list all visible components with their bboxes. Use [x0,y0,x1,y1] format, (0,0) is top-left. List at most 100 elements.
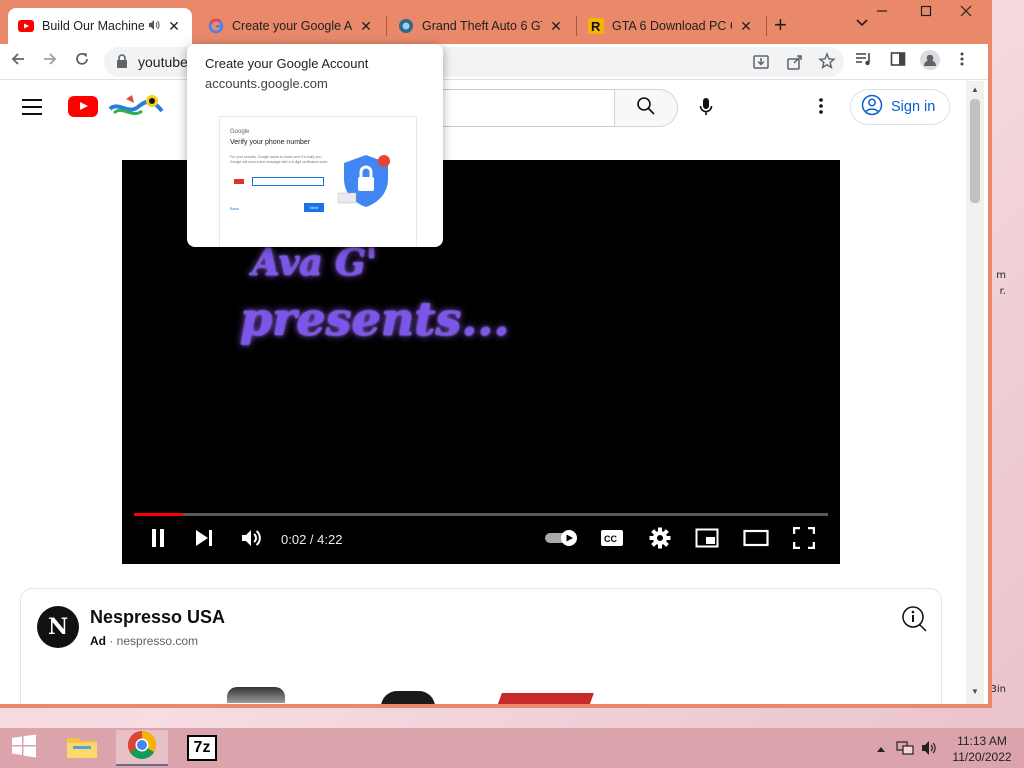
flag-icon [234,179,244,184]
miniplayer-button[interactable] [694,528,720,552]
close-tab-icon[interactable]: ✕ [738,18,754,35]
search-button[interactable] [614,89,678,127]
theater-mode-button[interactable] [742,528,770,552]
fullscreen-button[interactable] [792,526,816,552]
youtube-header: Sign in [0,81,968,137]
ad-product-image[interactable] [496,693,594,704]
youtube-doodle-logo[interactable] [108,93,164,121]
tab-title: GTA 6 Download PC Ga [612,19,732,33]
scroll-thumb[interactable] [970,99,980,203]
tab-google-account[interactable]: Create your Google Acc ✕ [198,8,384,44]
ad-product-image[interactable] [381,691,435,704]
system-clock[interactable]: 11:13 AM 11/20/2022 [946,733,1018,765]
advertiser-logo[interactable]: N [37,606,79,648]
close-tab-icon[interactable]: ✕ [358,18,374,35]
tab-separator [576,16,577,36]
hamburger-menu-icon[interactable] [22,99,42,120]
subtitles-button[interactable]: CC [600,528,624,552]
theater-mode-icon [743,529,769,552]
tab-gta6-download[interactable]: R GTA 6 Download PC Ga ✕ [578,8,764,44]
desktop-icon-label[interactable]: 3in [991,684,1006,695]
page-scrollbar[interactable]: ▲ ▼ [966,81,984,704]
autoplay-toggle-icon [544,529,580,552]
desktop-icon-label[interactable]: r. [1000,286,1006,297]
ad-product-image[interactable] [227,687,285,703]
advertiser-name[interactable]: Nespresso USA [90,607,225,628]
reload-icon[interactable] [70,50,94,74]
tab-separator [386,16,387,36]
lock-icon[interactable] [116,54,130,70]
volume-button[interactable] [238,528,264,552]
minimize-button[interactable] [862,0,902,26]
youtube-logo[interactable] [68,96,98,117]
settings-button[interactable] [648,527,672,554]
desktop-icon-label[interactable]: m [996,270,1006,281]
taskbar-file-explorer[interactable] [56,730,108,766]
close-tab-icon[interactable]: ✕ [166,18,182,35]
pause-button[interactable] [146,528,170,552]
media-control-icon[interactable] [852,50,876,74]
settings-menu-icon[interactable] [812,97,830,115]
sign-in-button[interactable]: Sign in [850,89,950,125]
microphone-icon [699,97,713,122]
audio-playing-icon[interactable] [148,19,160,34]
share-icon[interactable] [786,53,804,76]
preview-phone-field [252,177,324,186]
windows-taskbar: 7z 11:13 AM 11/20/2022 [0,728,1024,768]
tab-title: Create your Google Acc [232,19,352,33]
svg-text:R: R [591,19,601,34]
svg-text:CC: CC [604,534,617,544]
file-explorer-icon [65,732,99,765]
network-icon[interactable] [896,740,914,759]
show-hidden-icons-chevron-icon[interactable] [876,742,886,756]
speaker-volume-icon[interactable] [920,740,938,759]
side-panel-icon[interactable] [886,50,910,74]
skip-next-icon [194,529,214,552]
progress-fill [134,513,183,516]
scroll-up-icon[interactable]: ▲ [971,85,979,94]
voice-search-button[interactable] [688,91,724,127]
autoplay-toggle[interactable] [544,528,580,552]
forward-arrow-icon[interactable] [38,50,62,74]
progress-bar[interactable] [134,513,828,516]
rockstar-icon: R [588,18,604,34]
closed-captions-icon: CC [600,529,624,552]
shield-lock-icon [336,151,396,216]
ad-info-icon[interactable] [901,605,929,633]
hover-card-title: Create your Google Account [205,56,369,71]
clock-date: 11/20/2022 [952,750,1012,764]
preview-heading: Verify your phone number [230,139,311,146]
taskbar-7zip[interactable]: 7z [176,730,228,766]
preview-body: For your security, Google wants to make … [230,155,329,164]
tab-youtube[interactable]: Build Our Machine ✕ [8,8,192,44]
taskbar-chrome[interactable] [116,730,168,766]
account-circle-icon [861,94,883,120]
search-input[interactable] [440,89,615,127]
bookmark-star-icon[interactable] [818,52,836,75]
preview-google-logo: Google [230,129,250,135]
tab-strip: Build Our Machine ✕ Create your Google A… [0,0,988,44]
tab-title: Grand Theft Auto 6 GTA [422,19,542,33]
clock-time: 11:13 AM [957,734,1007,748]
preview-back: Back [230,206,239,211]
scroll-down-icon[interactable]: ▼ [971,687,979,696]
hover-card-url: accounts.google.com [205,76,328,91]
close-tab-icon[interactable]: ✕ [548,18,564,35]
windows-logo-icon [11,734,37,763]
new-tab-button[interactable]: + [774,14,787,36]
windows-start-button[interactable] [4,732,44,764]
hover-card-preview: Google Verify your phone number For your… [219,116,417,247]
tab-gta6[interactable]: Grand Theft Auto 6 GTA ✕ [388,8,574,44]
tab-hover-card: Create your Google Account accounts.goog… [187,44,443,247]
back-arrow-icon[interactable] [6,50,30,74]
next-button[interactable] [192,528,216,552]
profile-avatar-icon[interactable] [918,50,942,74]
youtube-icon [18,18,34,34]
preview-next-button: Next [304,203,324,212]
gear-icon [649,527,671,554]
maximize-button[interactable] [906,0,946,26]
browser-menu-icon[interactable] [950,50,974,74]
install-app-icon[interactable] [752,53,770,76]
ad-card[interactable]: N Nespresso USA Ad · nespresso.com [20,588,942,704]
close-window-button[interactable] [946,0,986,26]
